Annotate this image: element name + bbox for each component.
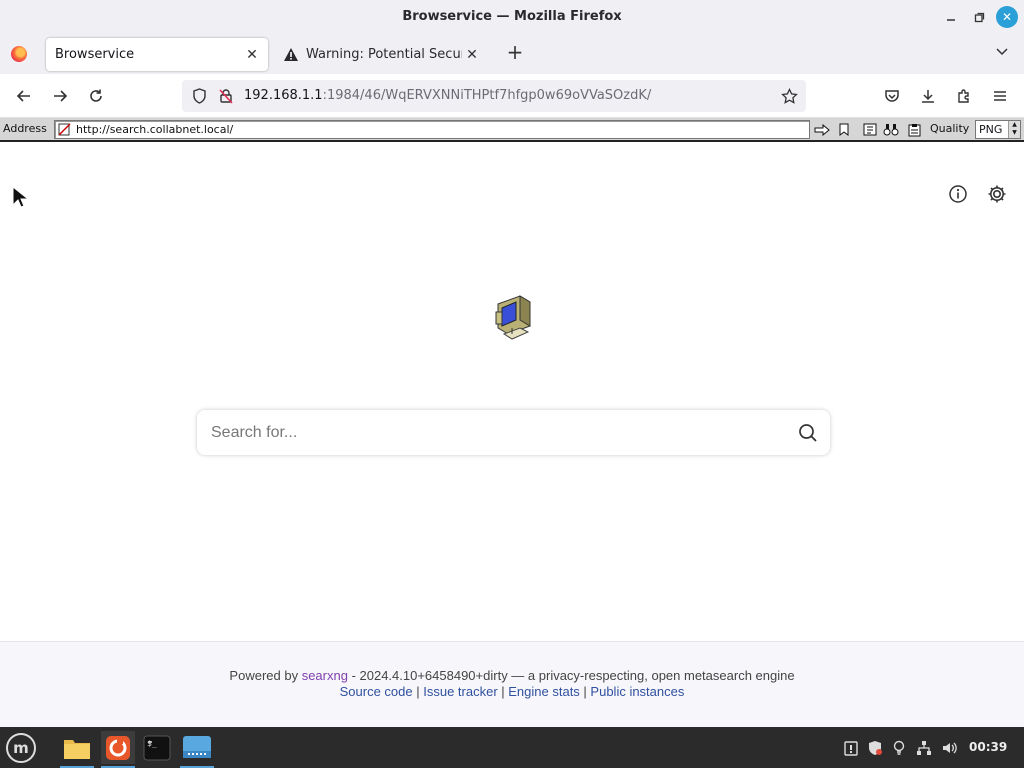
download-icon[interactable] (916, 85, 940, 107)
window-title: Browservice — Mozilla Firefox (402, 9, 622, 24)
computer-logo-icon (490, 292, 534, 342)
spinner-arrows-icon[interactable]: ▲ ▼ (1008, 121, 1020, 138)
clipboard-tray-icon[interactable] (842, 739, 860, 757)
link-separator: | (497, 684, 509, 699)
firefox-taskbar-icon[interactable] (101, 731, 135, 768)
public-instances-link[interactable]: Public instances (590, 684, 684, 699)
back-arrow-icon[interactable] (12, 85, 36, 107)
mouse-cursor-icon (12, 185, 30, 212)
browservice-toolbar: Address http://search.collabnet.local/ Q… (0, 118, 1024, 142)
title-bar: Browservice — Mozilla Firefox ✕ (0, 0, 1024, 34)
start-menu-icon[interactable]: m (6, 733, 36, 763)
shield-icon[interactable] (190, 87, 208, 105)
page-icon (58, 123, 72, 136)
volume-icon[interactable] (941, 739, 959, 757)
extensions-icon[interactable] (952, 85, 976, 107)
new-tab-icon[interactable]: + (504, 42, 526, 64)
go-arrow-icon[interactable] (813, 121, 831, 138)
reload-icon[interactable] (84, 85, 108, 107)
clipboard-icon[interactable] (905, 121, 923, 138)
binoculars-icon[interactable] (882, 121, 900, 138)
search-box (197, 410, 830, 455)
address-label: Address (3, 122, 47, 135)
search-input[interactable] (211, 422, 771, 444)
searxng-page (0, 144, 1024, 641)
warning-icon (282, 47, 300, 63)
network-icon[interactable] (915, 739, 933, 757)
powered-by-text: Powered by (229, 668, 299, 683)
quality-value: PNG (979, 123, 1003, 136)
display-app-icon[interactable] (180, 731, 214, 768)
tab-security-warning[interactable]: Warning: Potential Security Risk Ahead ✕ (276, 38, 488, 71)
menu-icon[interactable] (988, 85, 1012, 107)
url-path: :1984/46/WqERVXNNiTHPtf7hfgp0w69oVVaSOzd… (322, 88, 652, 103)
forward-arrow-icon[interactable] (48, 85, 72, 107)
pocket-icon[interactable] (880, 85, 904, 107)
link-separator: | (579, 684, 591, 699)
minimize-icon[interactable] (940, 6, 962, 28)
find-icon[interactable] (861, 121, 879, 138)
tab-label: Warning: Potential Security Risk Ahead (306, 47, 462, 62)
quality-select[interactable]: PNG ▲ ▼ (975, 120, 1021, 139)
engine-stats-link[interactable]: Engine stats (508, 684, 580, 699)
clock[interactable]: 00:39 (969, 740, 1007, 754)
close-icon[interactable]: ✕ (996, 6, 1018, 28)
version-text: - 2024.4.10+6458490+dirty — a privacy-re… (347, 668, 795, 683)
shield-tray-icon[interactable] (866, 739, 884, 757)
lightbulb-icon[interactable] (890, 739, 908, 757)
tab-close-icon[interactable]: ✕ (242, 47, 262, 63)
url-bar[interactable]: 192.168.1.1:1984/46/WqERVXNNiTHPtf7hfgp0… (182, 80, 806, 112)
tab-label: Browservice (55, 47, 135, 62)
footer-links: Source code | Issue tracker | Engine sta… (0, 684, 1024, 699)
address-field[interactable]: http://search.collabnet.local/ (54, 120, 810, 139)
search-icon[interactable] (796, 421, 820, 445)
svg-text:$_: $_ (147, 739, 157, 748)
tab-browservice[interactable]: Browservice ✕ (46, 38, 268, 71)
link-separator: | (412, 684, 424, 699)
tab-strip: Browservice ✕ Warning: Potential Securit… (0, 34, 1024, 74)
gear-icon[interactable] (985, 182, 1009, 206)
issue-tracker-link[interactable]: Issue tracker (423, 684, 497, 699)
chevron-down-icon[interactable] (992, 44, 1012, 64)
navigation-bar: 192.168.1.1:1984/46/WqERVXNNiTHPtf7hfgp0… (0, 74, 1024, 118)
quality-label: Quality (930, 122, 970, 135)
tab-close-icon[interactable]: ✕ (462, 47, 482, 63)
url-host: 192.168.1.1 (244, 88, 323, 103)
source-code-link[interactable]: Source code (340, 684, 413, 699)
bookmark-icon[interactable] (835, 121, 853, 138)
searxng-link[interactable]: searxng (302, 668, 348, 683)
info-icon[interactable] (946, 182, 970, 206)
taskbar: m $_ 00:39 (0, 727, 1024, 768)
page-footer: Powered by searxng - 2024.4.10+6458490+d… (0, 641, 1024, 727)
address-value: http://search.collabnet.local/ (76, 123, 234, 136)
footer-powered-line: Powered by searxng - 2024.4.10+6458490+d… (0, 668, 1024, 683)
maximize-icon[interactable] (968, 6, 990, 28)
url-text: 192.168.1.1:1984/46/WqERVXNNiTHPtf7hfgp0… (244, 88, 651, 103)
file-manager-icon[interactable] (60, 731, 94, 768)
firefox-icon (11, 46, 27, 62)
bookmark-star-icon[interactable] (780, 87, 798, 105)
insecure-lock-icon[interactable] (217, 87, 235, 105)
terminal-icon[interactable]: $_ (140, 731, 174, 764)
